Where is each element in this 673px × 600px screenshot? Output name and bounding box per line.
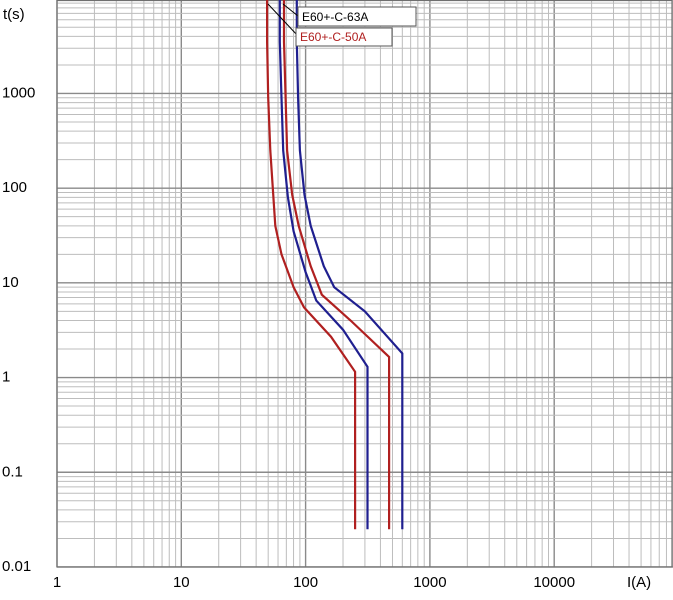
y-tick-label: 100 [2, 179, 27, 196]
x-axis-title: I(A) [627, 574, 651, 591]
x-tick-label: 10000 [533, 574, 575, 591]
x-tick-label: 1000 [413, 574, 446, 591]
y-axis-title: t(s) [3, 6, 25, 23]
x-tick-label: 10 [173, 574, 190, 591]
x-tick-label: 1 [53, 574, 61, 591]
trip-curve-chart: E60+-C-63A E60+-C-50A 0.01 0.1 1 10 100 1000 1 10… [2, 0, 673, 591]
y-tick-label: 1000 [2, 84, 35, 101]
legend-label-1: E60+-C-50A [300, 30, 366, 44]
y-tick-label: 10 [2, 274, 19, 291]
legend-label-0: E60+-C-63A [302, 10, 368, 24]
y-tick-label: 0.1 [2, 463, 23, 480]
x-tick-label: 100 [293, 574, 318, 591]
y-tick-label: 1 [2, 369, 10, 386]
y-tick-label: 0.01 [2, 558, 31, 575]
